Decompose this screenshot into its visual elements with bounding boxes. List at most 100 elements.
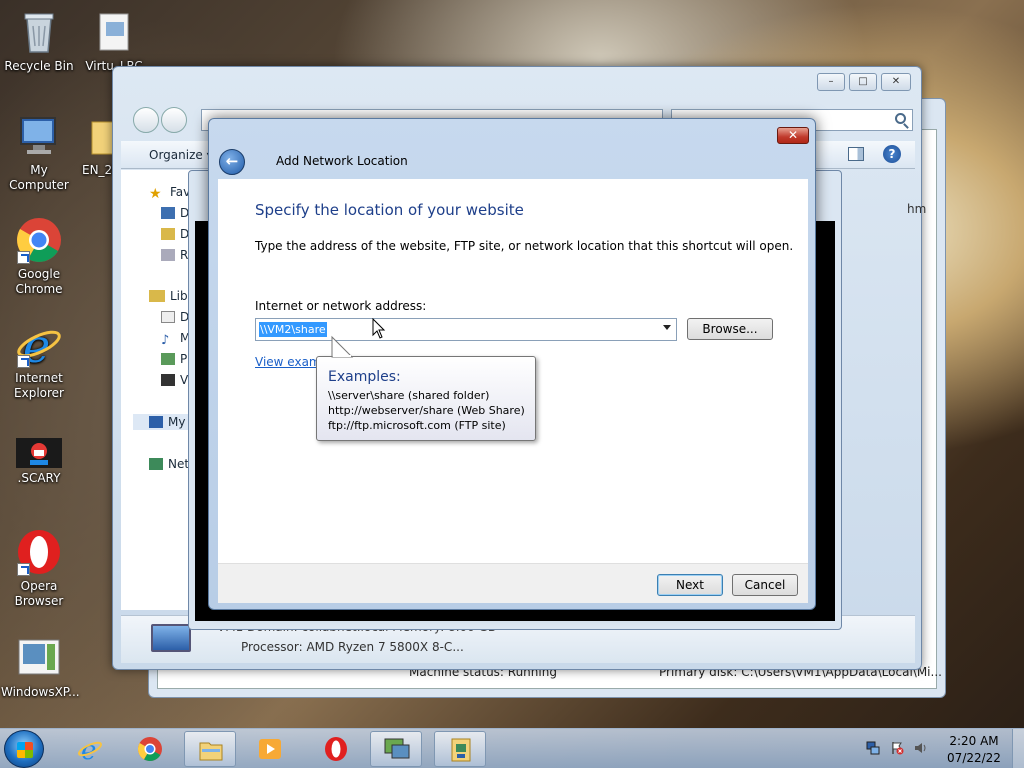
organize-menu[interactable]: Organize (149, 148, 213, 162)
nav-item-videos[interactable]: V (161, 372, 188, 388)
desktop-icon-label: WindowsXP... (1, 685, 80, 699)
next-button[interactable]: Next (657, 574, 723, 596)
partial-right-text: hm (907, 202, 927, 216)
computer-icon (151, 624, 191, 652)
desktop-icon-en26[interactable]: EN_26 (76, 112, 116, 178)
folder-icon (199, 742, 223, 761)
nav-item-downloads[interactable]: D (161, 226, 189, 242)
nav-item-network[interactable]: Net (149, 456, 189, 472)
desktop-icon-chrome[interactable]: Google Chrome (1, 216, 77, 297)
minimize-button[interactable]: – (817, 73, 845, 91)
libraries-icon (149, 290, 165, 302)
nav-item-recent-places[interactable]: R (161, 247, 188, 263)
taskbar-media-player[interactable] (244, 731, 296, 767)
computer-icon (15, 112, 63, 160)
clock-date[interactable]: 07/22/22 (944, 751, 1004, 765)
remote-desktop-icon (384, 738, 410, 759)
help-icon[interactable]: ? (883, 145, 901, 163)
dialog-heading: Specify the location of your website (255, 201, 524, 219)
shortcut-arrow-icon (17, 251, 30, 264)
downloads-icon (161, 228, 175, 240)
videos-icon (161, 374, 175, 386)
nav-item-desktop[interactable]: D (161, 205, 189, 221)
desktop-icon-internet-explorer[interactable]: e Internet Explorer (1, 319, 77, 401)
internet-explorer-icon: e (77, 736, 103, 762)
mario-icon (16, 438, 62, 468)
mouse-cursor-icon (372, 318, 386, 339)
desktop-icon-scary[interactable]: .SCARY (1, 438, 77, 486)
recent-places-icon (161, 249, 175, 261)
star-icon: ★ (149, 186, 162, 202)
maximize-button[interactable]: □ (849, 73, 877, 91)
dialog-description: Type the address of the website, FTP sit… (255, 239, 794, 253)
details-processor: Processor: AMD Ryzen 7 5800X 8-C... (241, 640, 464, 654)
nav-item-label: P (180, 352, 188, 366)
chevron-down-icon[interactable] (663, 325, 671, 330)
nav-item-documents[interactable]: D (161, 309, 189, 325)
folder-icon (76, 112, 116, 160)
taskbar-internet-explorer[interactable]: e (64, 731, 116, 767)
network-address-combobox[interactable]: \\VM2\share (255, 318, 677, 341)
action-center-icon[interactable] (890, 741, 904, 755)
windows-logo-icon (17, 742, 33, 758)
back-arrow-icon[interactable]: ← (219, 149, 245, 175)
browse-button[interactable]: Browse... (687, 318, 773, 340)
start-button[interactable] (4, 730, 44, 768)
desktop-icon-virtualbox[interactable]: Virtu_LRC (76, 8, 152, 74)
examples-tooltip: Examples: \\server\share (shared folder)… (316, 356, 536, 441)
network-status-icon[interactable] (866, 741, 880, 755)
address-field-label: Internet or network address: (255, 299, 427, 313)
desktop-icon-label: EN_26 (82, 163, 116, 177)
chrome-icon (137, 737, 162, 762)
nav-item-label: Net (168, 457, 190, 471)
shortcut-arrow-icon (17, 355, 30, 368)
clock-time[interactable]: 2:20 AM (944, 734, 1004, 748)
desktop-icon-label: .SCARY (17, 471, 61, 485)
nav-item-label: My (168, 415, 186, 429)
dialog-title: Add Network Location (276, 154, 408, 168)
desktop-icon-opera[interactable]: Opera Browser (1, 528, 77, 609)
shortcut-arrow-icon (17, 563, 30, 576)
desktop-icon (161, 207, 175, 219)
opera-icon (15, 528, 63, 576)
dialog-close-button[interactable]: ✕ (777, 127, 809, 144)
volume-icon[interactable] (914, 741, 928, 755)
taskbar-remote-desktop[interactable] (370, 731, 422, 767)
media-player-icon (259, 739, 281, 759)
network-location-icon (451, 738, 471, 762)
taskbar-file-explorer[interactable] (184, 731, 236, 767)
taskbar-network-wizard[interactable] (434, 731, 486, 767)
windowsxp-icon (15, 634, 63, 682)
search-icon[interactable] (895, 113, 906, 124)
back-nav-button[interactable] (133, 107, 159, 133)
network-icon (149, 458, 163, 470)
nav-item-pictures[interactable]: P (161, 351, 187, 367)
desktop-icon-my-computer[interactable]: My Computer (1, 112, 77, 193)
nav-item-favorites[interactable]: ★ Fav (149, 184, 190, 202)
view-examples-link[interactable]: View examples (255, 355, 323, 369)
cancel-button[interactable]: Cancel (732, 574, 798, 596)
network-address-value[interactable]: \\VM2\share (259, 322, 327, 337)
taskbar: e (0, 728, 1024, 768)
tooltip-tail (331, 335, 354, 358)
show-desktop-button[interactable] (1012, 729, 1024, 768)
documents-icon (161, 311, 175, 323)
preview-pane-icon[interactable] (848, 147, 864, 161)
taskbar-opera[interactable] (310, 731, 362, 767)
opera-icon (325, 737, 347, 761)
desktop-icon-label: Google Chrome (15, 267, 63, 296)
tooltip-title: Examples: (328, 369, 401, 385)
forward-nav-button[interactable] (161, 107, 187, 133)
virtualbox-icon (90, 8, 138, 56)
close-button[interactable]: ✕ (881, 73, 911, 91)
desktop-icon-label: Opera Browser (14, 579, 64, 608)
desktop-icon-recycle-bin[interactable]: Recycle Bin (1, 8, 77, 74)
desktop-icon-label: Recycle Bin (4, 59, 74, 73)
desktop-icon-windowsxp[interactable]: WindowsXP... (1, 634, 80, 700)
nav-item-libraries[interactable]: Libr (149, 288, 193, 304)
taskbar-chrome[interactable] (124, 731, 176, 767)
my-computer-icon (149, 416, 163, 428)
tooltip-line: ftp://ftp.microsoft.com (FTP site) (328, 419, 506, 432)
chrome-icon (15, 216, 63, 264)
nav-item-music[interactable]: ♪ M (161, 330, 190, 348)
